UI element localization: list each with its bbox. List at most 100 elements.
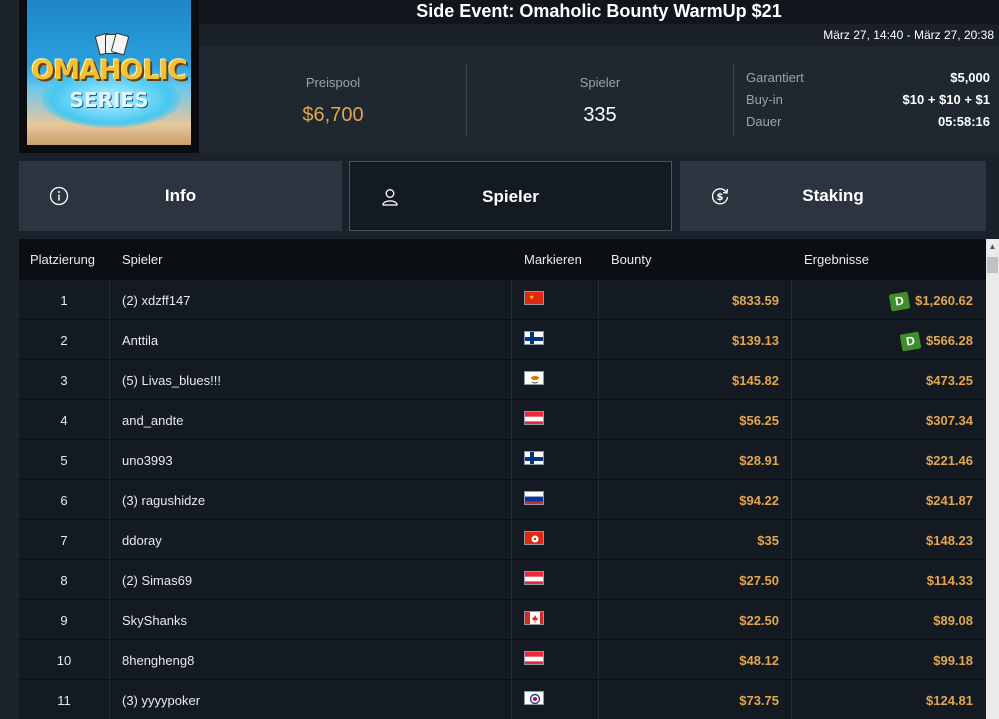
bounty-cell: $145.82 (732, 373, 779, 388)
taiwan-flag-icon (524, 691, 544, 705)
player-name-cell[interactable]: (2) Simas69 (122, 573, 192, 588)
canada-flag-icon (524, 611, 544, 625)
table-row[interactable]: 8 (2) Simas69 $27.50 $114.33 (19, 559, 986, 600)
bounty-cell: $833.59 (732, 293, 779, 308)
table-row[interactable]: 3 (5) Livas_blues!!! $145.82 $473.25 (19, 359, 986, 400)
column-header-results[interactable]: Ergebnisse (804, 252, 869, 267)
player-name-cell[interactable]: (3) yyyypoker (122, 693, 200, 708)
column-header-bounty[interactable]: Bounty (611, 252, 651, 267)
cell-divider (511, 600, 512, 640)
duration-label: Dauer (746, 114, 782, 129)
rank-cell: 11 (57, 693, 71, 708)
bounty-cell: $22.50 (739, 613, 779, 628)
scroll-up-arrow-icon[interactable]: ▲ (986, 239, 999, 255)
table-row[interactable]: 5 uno3993 $28.91 $221.46 (19, 439, 986, 480)
china-flag-icon: ★ (524, 291, 544, 305)
cell-divider (511, 640, 512, 680)
table-row[interactable]: 6 (3) ragushidze $94.22 $241.87 (19, 479, 986, 520)
result-cell: D $566.28 (789, 331, 973, 352)
tab-players-label: Spieler (482, 187, 539, 206)
stats-divider (466, 64, 467, 136)
result-cell: $307.34 (789, 413, 973, 428)
tab-info[interactable]: Info (19, 161, 342, 231)
table-row[interactable]: 10 8hengheng8 $48.12 $99.18 (19, 639, 986, 680)
player-name-cell[interactable]: SkyShanks (122, 613, 187, 628)
tab-info-label: Info (164, 186, 197, 205)
rank-cell: 9 (60, 613, 68, 628)
event-dates: März 27, 14:40 - März 27, 20:38 (823, 28, 994, 42)
left-margin (0, 0, 19, 719)
player-name-cell[interactable]: ddoray (122, 533, 162, 548)
result-cell: $241.87 (789, 493, 973, 508)
result-amount: $473.25 (926, 373, 973, 388)
table-row[interactable]: 2 Anttila $139.13 D $566.28 (19, 319, 986, 360)
player-name-cell[interactable]: Anttila (122, 333, 158, 348)
cell-divider (109, 560, 110, 600)
column-header-rank[interactable]: Platzierung (30, 252, 95, 267)
cell-divider (109, 440, 110, 480)
prizepool-label: Preispool (305, 75, 361, 90)
result-cell: $473.25 (789, 373, 973, 388)
column-header-player[interactable]: Spieler (122, 252, 162, 267)
bounty-cell: $94.22 (739, 493, 779, 508)
result-cell: $124.81 (789, 693, 973, 708)
cell-divider (109, 480, 110, 520)
vertical-scrollbar[interactable]: ▲ (986, 239, 999, 719)
bounty-cell: $73.75 (739, 693, 779, 708)
hongkong-flag-icon (524, 531, 544, 545)
table-row[interactable]: 9 SkyShanks $22.50 $89.08 (19, 599, 986, 640)
player-name-cell[interactable]: uno3993 (122, 453, 173, 468)
rank-cell: 4 (60, 413, 68, 428)
logo-cards-icon (93, 32, 130, 56)
russia-flag-icon (524, 491, 544, 505)
tab-players[interactable]: Spieler (349, 161, 672, 231)
cell-divider (511, 320, 512, 360)
result-cell: $114.33 (789, 573, 973, 588)
cell-divider (109, 640, 110, 680)
austria-flag-icon (524, 411, 544, 425)
d-badge-icon: D (899, 331, 922, 352)
result-amount: $307.34 (926, 413, 973, 428)
cell-divider (511, 440, 512, 480)
rank-cell: 8 (60, 573, 68, 588)
cell-divider (109, 680, 110, 719)
bounty-cell: $139.13 (732, 333, 779, 348)
prizepool-value: $6,700 (302, 104, 364, 126)
player-name-cell[interactable]: (2) xdzff147 (122, 293, 190, 308)
cyprus-flag-icon (524, 371, 544, 385)
result-amount: $566.28 (926, 333, 973, 348)
buyin-value: $10 + $10 + $1 (902, 92, 990, 107)
table-row[interactable]: 4 and_andte $56.25 $307.34 (19, 399, 986, 440)
table-row[interactable]: 11 (3) yyyypoker $73.75 $124.81 (19, 679, 986, 719)
result-amount: $1,260.62 (915, 293, 973, 308)
tab-staking[interactable]: $ Staking (680, 161, 986, 231)
scroll-thumb[interactable] (987, 257, 998, 273)
rank-cell: 3 (60, 373, 68, 388)
table-row[interactable]: 1 (2) xdzff147 ★ $833.59 D $1,260.62 (19, 279, 986, 320)
cell-divider (511, 520, 512, 560)
cell-divider (109, 600, 110, 640)
logo-text-omaholic: OMAHOLIC (31, 55, 187, 86)
result-amount: $89.08 (933, 613, 973, 628)
bounty-cell: $28.91 (739, 453, 779, 468)
result-cell: $221.46 (789, 453, 973, 468)
player-name-cell[interactable]: and_andte (122, 413, 183, 428)
player-name-cell[interactable]: (5) Livas_blues!!! (122, 373, 221, 388)
rank-cell: 1 (60, 293, 68, 308)
finland-flag-icon (524, 331, 544, 345)
event-title: Side Event: Omaholic Bounty WarmUp $21 (416, 1, 782, 21)
cell-divider (109, 360, 110, 400)
stats-divider (733, 64, 734, 136)
result-amount: $221.46 (926, 453, 973, 468)
austria-flag-icon (524, 571, 544, 585)
rank-cell: 6 (60, 493, 68, 508)
player-name-cell[interactable]: (3) ragushidze (122, 493, 205, 508)
duration-value: 05:58:16 (937, 114, 990, 129)
rank-cell: 5 (60, 453, 68, 468)
result-amount: $124.81 (926, 693, 973, 708)
table-row[interactable]: 7 ddoray $35 $148.23 (19, 519, 986, 560)
player-name-cell[interactable]: 8hengheng8 (122, 653, 194, 668)
result-cell: $148.23 (789, 533, 973, 548)
column-header-flag[interactable]: Markieren (524, 252, 582, 267)
cell-divider (511, 360, 512, 400)
